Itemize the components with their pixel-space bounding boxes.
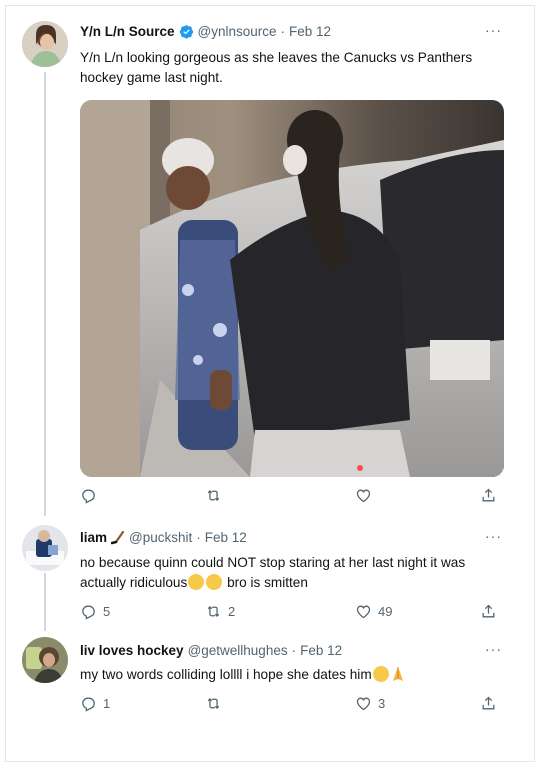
retweet-button[interactable]: 2 — [205, 603, 235, 620]
retweet-button[interactable] — [205, 695, 228, 712]
more-options-icon[interactable]: ··· — [485, 22, 502, 38]
handle[interactable]: @puckshit — [129, 530, 192, 545]
tweet-text-part: bro is smitten — [223, 575, 308, 590]
handle[interactable]: @getwellhughes — [188, 643, 288, 658]
display-name[interactable]: liam — [80, 530, 107, 545]
loudly-crying-face-emoji — [372, 666, 389, 682]
tweet-header: liv loves hockey @getwellhughes · Feb 12 — [80, 643, 342, 658]
timestamp[interactable]: Feb 12 — [300, 643, 342, 658]
reply-count: 5 — [103, 604, 111, 619]
tweet-actions: 5 2 49 — [80, 603, 504, 625]
heart-icon — [356, 697, 371, 711]
heart-icon — [356, 605, 371, 619]
reply-icon — [82, 489, 95, 504]
like-count: 49 — [378, 604, 393, 619]
tweet-header: liam @puckshit · Feb 12 — [80, 530, 247, 545]
tweet-text: my two words colliding lollll i hope she… — [80, 665, 510, 685]
tweet-photo[interactable] — [80, 100, 504, 477]
tweet-reply[interactable]: liam @puckshit · Feb 12 ··· no because q… — [0, 516, 540, 631]
reply-count: 1 — [103, 696, 111, 711]
like-button[interactable]: 3 — [355, 695, 385, 712]
photo-image — [80, 100, 504, 477]
retweet-icon — [207, 605, 220, 618]
tweet-header: Y/n L/n Source @ynlnsource · Feb 12 — [80, 24, 331, 39]
timestamp[interactable]: Feb 12 — [205, 530, 247, 545]
folded-hands-emoji — [392, 667, 403, 681]
separator: · — [280, 24, 286, 39]
share-button[interactable] — [480, 695, 497, 712]
retweet-icon — [207, 489, 220, 502]
hockey-stick-emoji — [111, 530, 125, 544]
tweet-text-part: my two words colliding lollll i hope she… — [80, 667, 372, 682]
avatar[interactable] — [22, 525, 68, 571]
more-options-icon[interactable]: ··· — [485, 528, 502, 544]
like-count: 3 — [378, 696, 386, 711]
retweet-icon — [207, 697, 220, 710]
like-button[interactable]: 49 — [355, 603, 392, 620]
verified-badge-icon — [179, 25, 193, 39]
like-button[interactable] — [355, 487, 378, 504]
reply-button[interactable]: 1 — [80, 695, 110, 712]
reply-icon — [82, 697, 95, 712]
retweet-count: 2 — [228, 604, 236, 619]
share-icon — [482, 604, 495, 618]
share-icon — [482, 696, 495, 710]
loudly-crying-face-emoji — [188, 574, 205, 590]
more-options-icon[interactable]: ··· — [485, 641, 502, 657]
tweet-text: no because quinn could NOT stop staring … — [80, 553, 510, 593]
tweet-reply[interactable]: liv loves hockey @getwellhughes · Feb 12… — [0, 631, 540, 741]
share-button[interactable] — [480, 487, 497, 504]
avatar[interactable] — [22, 21, 68, 67]
display-name[interactable]: Y/n L/n Source — [80, 24, 175, 39]
display-name[interactable]: liv loves hockey — [80, 643, 184, 658]
tweet-text: Y/n L/n looking gorgeous as she leaves t… — [80, 50, 473, 85]
reply-button[interactable]: 5 — [80, 603, 110, 620]
tweet-actions — [80, 487, 504, 509]
avatar[interactable] — [22, 637, 68, 683]
reply-button[interactable] — [80, 487, 103, 504]
share-button[interactable] — [480, 603, 497, 620]
tweet-main[interactable]: Y/n L/n Source @ynlnsource · Feb 12 ··· … — [0, 0, 540, 515]
loudly-crying-face-emoji — [206, 574, 223, 590]
separator: · — [291, 643, 297, 658]
handle[interactable]: @ynlnsource — [198, 24, 277, 39]
separator: · — [196, 530, 201, 545]
timestamp[interactable]: Feb 12 — [289, 24, 331, 39]
heart-icon — [356, 489, 371, 503]
retweet-button[interactable] — [205, 487, 228, 504]
tweet-actions: 1 3 — [80, 695, 504, 717]
reply-icon — [82, 605, 95, 620]
share-icon — [482, 488, 495, 502]
